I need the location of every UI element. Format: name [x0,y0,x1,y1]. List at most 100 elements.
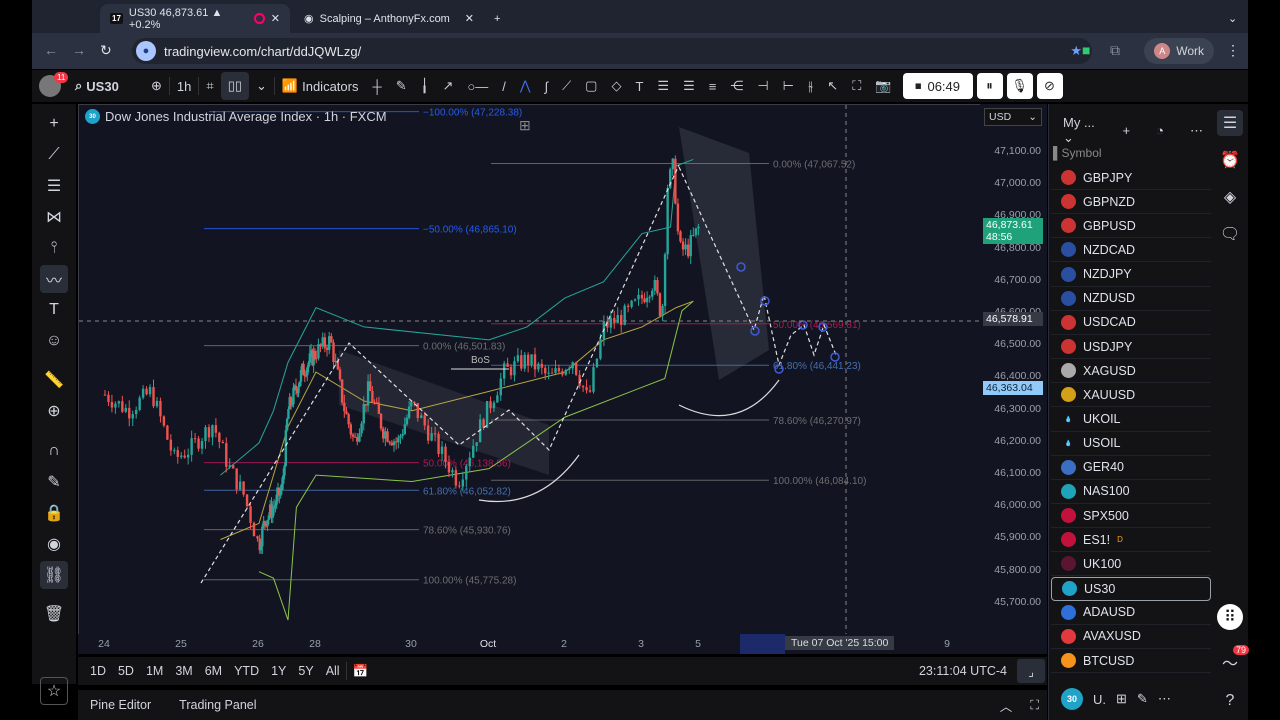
watchlist-item-avaxusd[interactable]: AVAXUSD [1051,625,1211,649]
more-options-icon[interactable]: ⋯ [1190,123,1203,139]
arrow-tool-icon[interactable]: ↗ [442,78,453,94]
currency-select[interactable]: USD ⌄ [984,108,1042,126]
rectangle-icon[interactable]: ▢ [585,78,597,94]
trend-line-icon[interactable]: / [502,79,506,94]
forward-icon[interactable]: → [72,42,86,58]
ellipse-icon[interactable]: ◇ [611,78,621,94]
camera-off-button[interactable]: ⊘ [1036,73,1063,99]
crosshair-icon[interactable]: + [40,110,68,138]
watchlist-item-ger40[interactable]: GER40 [1051,456,1211,480]
close-tab-icon[interactable]: ✕ [271,12,280,25]
lock-drawing-icon[interactable]: ✎ [40,468,68,496]
fullscreen-icon[interactable]: ⛶ [852,78,861,94]
signal-icon[interactable]: 〜 79 [1217,645,1249,675]
watchlist-item-gbpjpy[interactable]: GBPJPY [1051,166,1211,190]
more-icon[interactable]: ⋯ [1158,691,1171,707]
interval-button[interactable]: 1h [170,72,198,100]
watchlist-item-uk100[interactable]: UK100 [1051,552,1211,577]
object-tree-icon[interactable]: ⊞ [519,117,531,134]
chat-icon[interactable]: 🗨 [1217,221,1243,247]
fib-retracement-icon[interactable]: ☰ [40,172,68,200]
range-all[interactable]: All [314,664,346,678]
lock-icon[interactable]: 🔒 [40,499,68,527]
watchlist-item-usoil[interactable]: 💧 USOIL [1051,432,1211,456]
apps-grid-icon[interactable]: ⠿ [1217,604,1243,630]
edit-icon[interactable]: ✎ [1137,691,1148,707]
long-position-icon[interactable]: ⊣ [757,78,768,94]
watchlist-select[interactable]: My ... ⌄ [1063,115,1097,146]
horizontal-ray-icon[interactable]: ○— [467,79,488,94]
symbol-search[interactable]: ⌕ US30 [68,72,144,100]
advanced-view-icon[interactable]: ◔ [1156,123,1164,138]
curve-icon[interactable]: ∫ [545,79,549,94]
new-tab-button[interactable]: + [484,4,510,33]
tab-search-button[interactable]: ⌄ [1218,4,1247,33]
parallel-lines-icon[interactable]: ≡ [709,79,717,94]
go-to-date-icon[interactable]: 📅 [353,664,369,679]
fib-icon[interactable]: ☰ [657,78,669,94]
watchlist-item-nzdcad[interactable]: NZDCAD [1051,238,1211,263]
watchlist-item-nzdjpy[interactable]: NZDJPY [1051,263,1211,287]
pattern-icon[interactable]: ⋈ [40,203,68,231]
bookmark-star-icon[interactable]: ★ [1070,43,1082,59]
footer-symbol[interactable]: U. [1093,692,1106,707]
watchlist-item-xagusd[interactable]: XAGUSD [1051,359,1211,384]
cursor-icon[interactable]: ↖ [827,78,838,94]
alarm-clock-icon[interactable]: ⏰ [1217,147,1243,173]
clock[interactable]: 23:11:04 UTC-4 [919,664,1007,678]
path-icon[interactable]: ⋀ [520,78,531,94]
layers-icon[interactable]: ◈ [1217,184,1243,210]
watchlist-icon[interactable]: ☰ [1217,110,1243,136]
link-icon[interactable]: ⛓ [40,561,68,589]
watchlist-item-nas100[interactable]: NAS100 [1051,480,1211,504]
chevron-up-icon[interactable]: ︿ [1000,696,1013,715]
stop-recording-button[interactable]: ⏹ 06:49 [902,73,973,99]
watchlist-item-gbpnzd[interactable]: GBPNZD [1051,190,1211,215]
watchlist-item-es1![interactable]: ES1! D [1051,528,1211,553]
microphone-button[interactable]: 🎙 [1006,73,1033,99]
collapse-icon[interactable]: ⌟ [1017,659,1045,683]
short-position-icon[interactable]: ⊢ [783,78,794,94]
watchlist-item-usdjpy[interactable]: USDJPY [1051,335,1211,360]
back-icon[interactable]: ← [44,42,58,58]
brush-tool-icon[interactable]: 〰 [40,265,68,293]
watchlist-item-nzdusd[interactable]: NZDUSD [1051,287,1211,311]
price-chart[interactable]: −100.00% (47,228.38) −50.00% (46,865.10) 0… [79,105,1047,654]
crosshair-icon[interactable]: ┼ [372,79,381,94]
layout-icon[interactable]: ⊞ [1116,691,1127,707]
ruler-icon[interactable]: 📏 [40,366,68,394]
vertical-line-icon[interactable]: ╽ [421,78,429,94]
browser-menu-icon[interactable]: ⋮ [1226,42,1240,59]
fan-icon[interactable]: ⋲ [730,78,743,94]
tab-pine-editor[interactable]: Pine Editor [90,698,151,712]
help-icon[interactable]: ? [1217,688,1243,714]
watchlist-item-btcusd[interactable]: BTCUSD [1051,649,1211,673]
fib-extension-icon[interactable]: ☰ [683,78,695,94]
chevron-down-icon[interactable]: ⌄ [249,72,274,100]
compare-symbol-button[interactable]: ⊕ [144,72,169,100]
tab-trading-panel[interactable]: Trading Panel [179,698,256,712]
watchlist-item-spx500[interactable]: SPX500 [1051,504,1211,529]
maximize-icon[interactable]: ⛶ [1030,698,1039,713]
bar-style-icon[interactable]: ⌗ [199,72,220,100]
tab-scalping[interactable]: ◉ Scalping – AnthonyFx.com ✕ [294,4,484,33]
profile-button[interactable]: A Work [1144,38,1214,64]
watchlist-item-usdcad[interactable]: USDCAD [1051,311,1211,335]
candles-icon[interactable]: ▯▯ [220,72,250,100]
indicators-button[interactable]: 📶 Indicators [275,72,366,100]
close-tab-icon[interactable]: ✕ [465,12,474,25]
url-field[interactable]: ● tradingview.com/chart/ddJQWLzg/ ★ [132,38,1092,64]
prediction-icon[interactable]: ⫯ [40,234,68,262]
eye-icon[interactable]: ◉ [40,530,68,558]
watchlist-item-xauusd[interactable]: XAUUSD [1051,383,1211,408]
time-axis[interactable]: 24 25 26 28 30 Oct 2 3 5 9 Tue 07 Oct '25 15:00 [78,634,1047,654]
magnet-icon[interactable]: ∩ [40,437,68,465]
camera-icon[interactable]: 📷 [875,78,891,94]
polyline-icon[interactable]: ⟋ [562,78,571,94]
trash-icon[interactable]: 🗑 [40,600,68,628]
watchlist-item-ukoil[interactable]: 💧 UKOIL [1051,408,1211,432]
favorites-star-icon[interactable]: ☆ [40,677,68,705]
reload-icon[interactable]: ↻ [100,42,112,59]
chart-pane[interactable]: −100.00% (47,228.38) −50.00% (46,865.10) 0… [78,104,1047,654]
user-avatar[interactable]: 11 [32,72,69,100]
